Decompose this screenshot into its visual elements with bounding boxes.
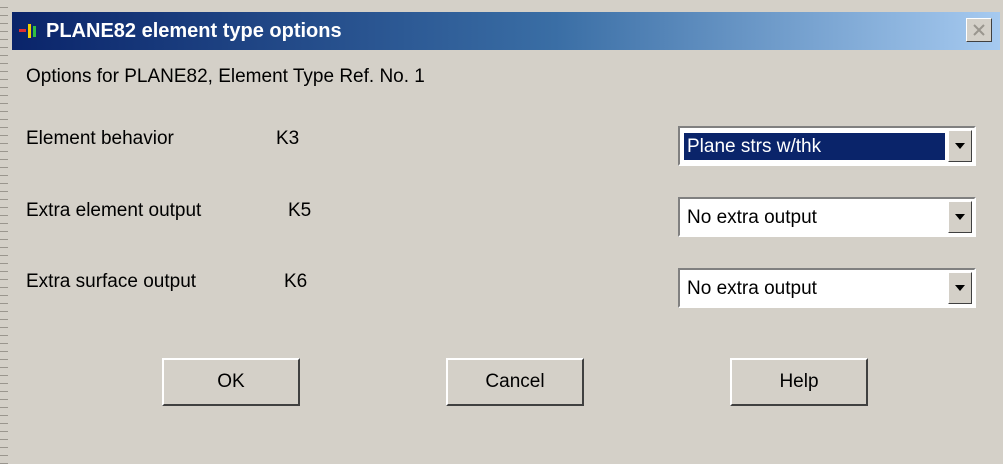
cancel-button[interactable]: Cancel	[446, 358, 584, 406]
element-type-options-dialog: PLANE82 element type options Options for…	[0, 0, 1003, 464]
option-label-extra-surface-output: Extra surface output	[26, 271, 197, 292]
dialog-header-text: Options for PLANE82, Element Type Ref. N…	[26, 66, 425, 87]
title-bar[interactable]: PLANE82 element type options	[12, 12, 1000, 50]
option-label-element-behavior: Element behavior	[26, 128, 174, 149]
option-key-k3: K3	[276, 128, 300, 149]
chevron-down-icon	[955, 285, 965, 291]
option-key-k6: K6	[284, 271, 308, 292]
element-behavior-select[interactable]: Plane strs w/thk	[678, 126, 976, 166]
option-label-extra-element-output: Extra element output	[26, 200, 202, 221]
option-key-k5: K5	[288, 200, 312, 221]
help-button[interactable]: Help	[730, 358, 868, 406]
ansys-icon	[19, 24, 36, 38]
extra-element-output-dropdown-button[interactable]	[948, 201, 972, 233]
window-title: PLANE82 element type options	[46, 19, 342, 42]
chevron-down-icon	[955, 143, 965, 149]
extra-element-output-select[interactable]: No extra output	[678, 197, 976, 237]
extra-surface-output-value: No extra output	[687, 278, 817, 299]
element-behavior-dropdown-button[interactable]	[948, 130, 972, 162]
close-button[interactable]	[966, 18, 992, 42]
extra-surface-output-dropdown-button[interactable]	[948, 272, 972, 304]
ok-button[interactable]: OK	[162, 358, 300, 406]
window-edge	[0, 0, 8, 464]
extra-surface-output-select[interactable]: No extra output	[678, 268, 976, 308]
extra-element-output-value: No extra output	[687, 207, 817, 228]
element-behavior-value: Plane strs w/thk	[684, 133, 945, 160]
close-icon	[973, 24, 985, 36]
chevron-down-icon	[955, 214, 965, 220]
